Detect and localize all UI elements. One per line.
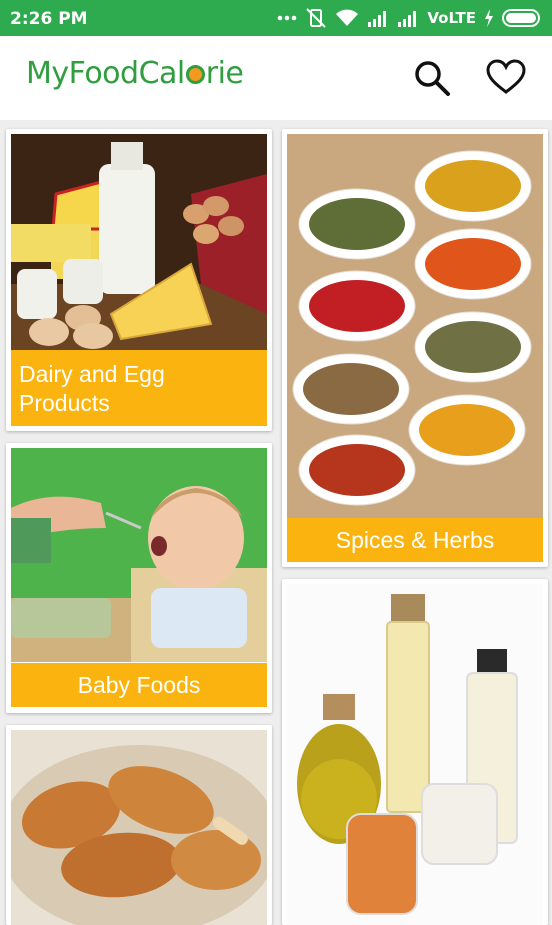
oils-image: [287, 584, 543, 925]
logo-o-icon: [185, 65, 205, 84]
category-card-baby-foods[interactable]: Baby Foods: [6, 443, 272, 713]
network-type: VoLTE: [427, 9, 476, 27]
favorites-button[interactable]: [486, 58, 526, 98]
app-logo: MyFoodCal rie: [26, 56, 244, 91]
signal-icon: [368, 11, 387, 27]
charging-icon: [485, 9, 493, 27]
logo-text-start: MyFoodCal: [26, 56, 185, 91]
wifi-icon: [336, 9, 359, 26]
category-card-spices[interactable]: Spices & Herbs: [282, 129, 548, 567]
baby-foods-image: [11, 448, 267, 662]
status-bar: 2:26 PM VoLTE: [0, 0, 552, 36]
heart-icon: [486, 59, 526, 94]
search-button[interactable]: [412, 58, 452, 98]
category-card-dairy[interactable]: Dairy and Egg Products: [6, 129, 272, 431]
logo-text-end: rie: [205, 56, 244, 91]
app-bar: MyFoodCal rie: [0, 36, 552, 120]
spices-image: [287, 134, 543, 518]
category-card-oils[interactable]: [282, 579, 548, 925]
signal-icon: [398, 11, 417, 27]
status-icons: VoLTE: [277, 7, 542, 29]
poultry-image: [11, 730, 267, 925]
vibrate-off-icon: [306, 8, 327, 28]
more-dots-icon: [278, 15, 297, 21]
search-icon: [415, 61, 450, 96]
dairy-image: [11, 134, 267, 350]
category-label: Dairy and Egg Products: [11, 350, 267, 426]
category-label: Spices & Herbs: [287, 518, 543, 562]
status-time: 2:26 PM: [10, 9, 88, 29]
category-card-poultry[interactable]: [6, 725, 272, 925]
battery-icon: [502, 9, 540, 27]
category-label: Baby Foods: [11, 663, 267, 707]
